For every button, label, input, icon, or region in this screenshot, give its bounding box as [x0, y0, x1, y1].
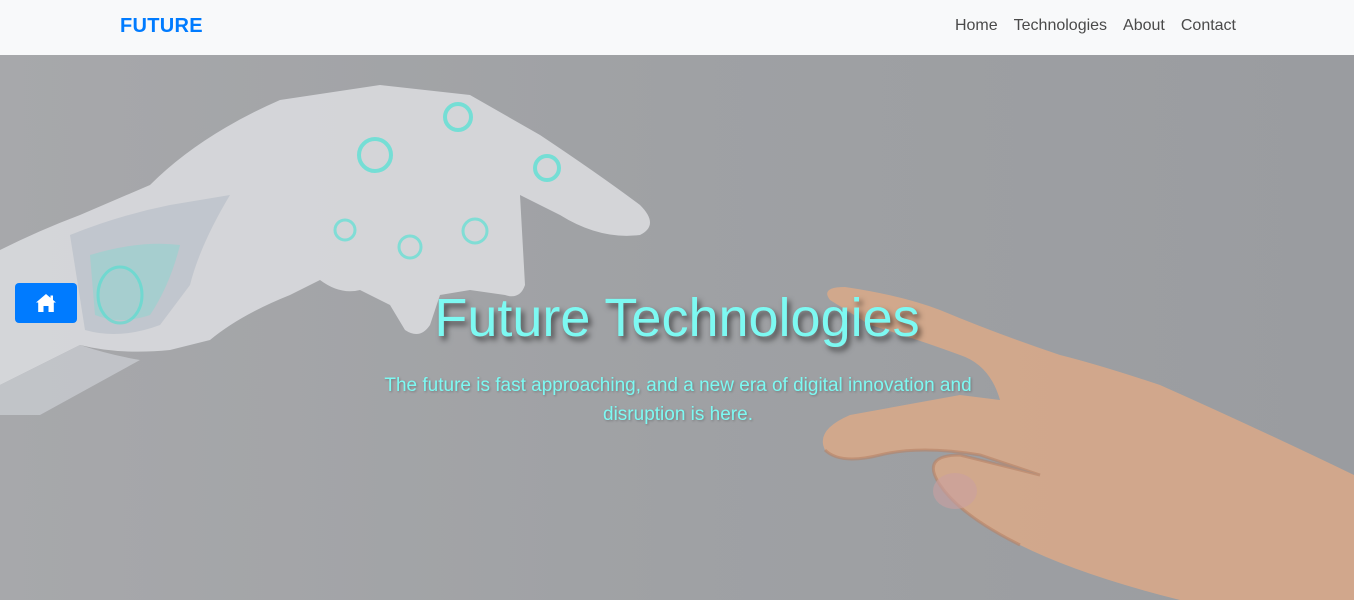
- nav-link-about[interactable]: About: [1123, 17, 1165, 35]
- nav-links: Home Technologies About Contact: [955, 17, 1236, 35]
- hero-section: Future Technologies The future is fast a…: [0, 55, 1354, 600]
- robot-hand-illustration: [0, 85, 650, 415]
- nav-link-contact[interactable]: Contact: [1181, 17, 1236, 35]
- nav-link-technologies[interactable]: Technologies: [1014, 17, 1107, 35]
- nav-link-home[interactable]: Home: [955, 17, 998, 35]
- floating-home-button[interactable]: [15, 283, 77, 323]
- navbar: FUTURE Home Technologies About Contact: [0, 0, 1354, 55]
- brand-logo[interactable]: FUTURE: [120, 15, 203, 38]
- hero-title: Future Technologies: [434, 288, 920, 348]
- hero-subtitle: The future is fast approaching, and a ne…: [384, 375, 972, 425]
- home-icon: [36, 294, 56, 312]
